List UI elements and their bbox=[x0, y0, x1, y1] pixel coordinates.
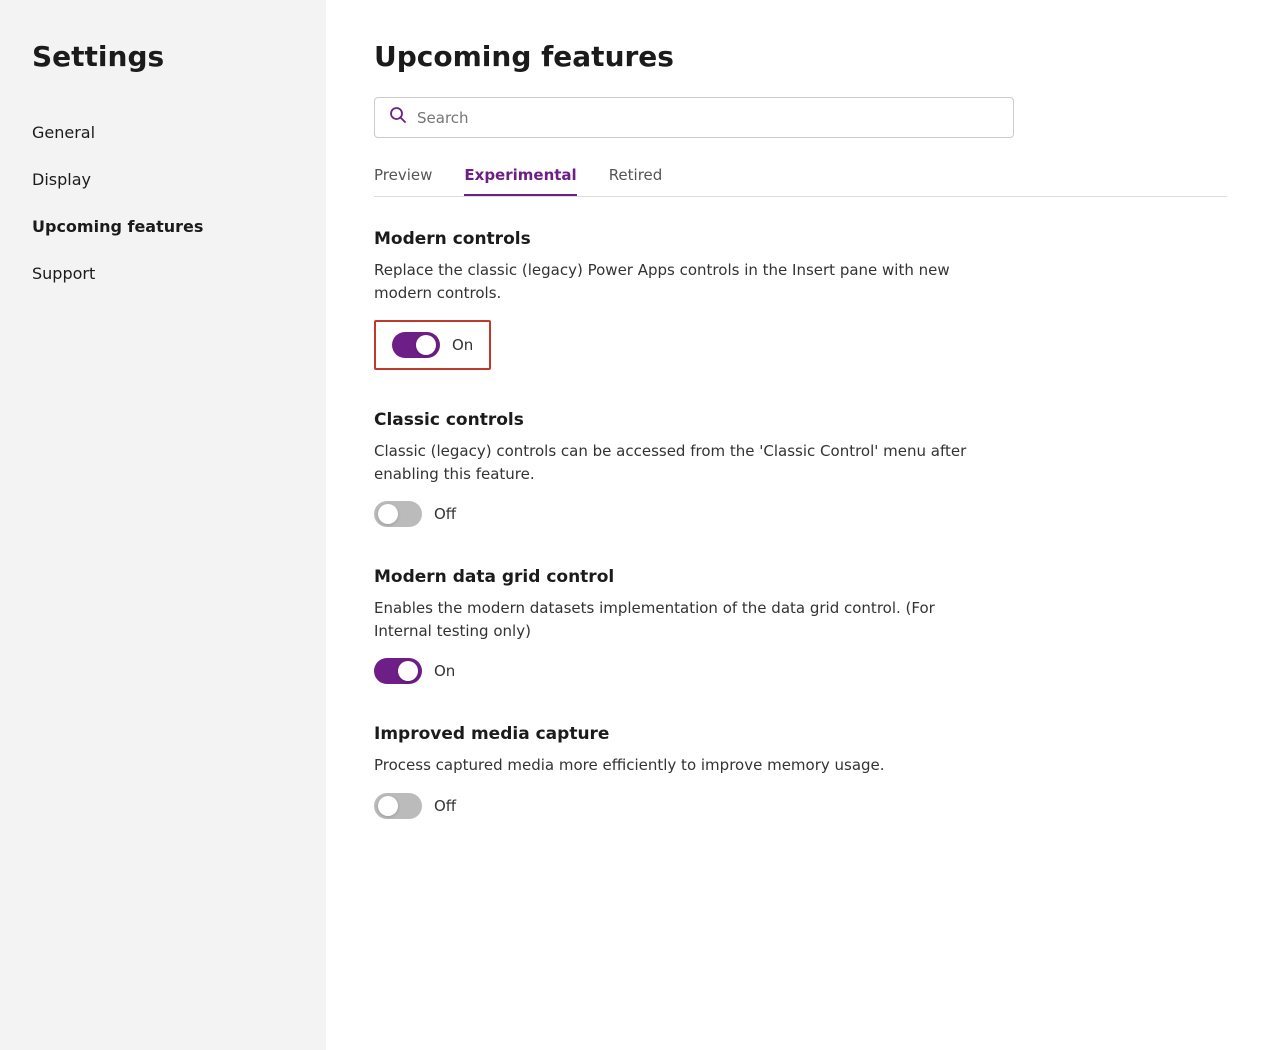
modern-data-grid-toggle[interactable] bbox=[374, 658, 422, 684]
modern-data-grid-toggle-label: On bbox=[434, 662, 455, 680]
feature-improved-media-capture: Improved media capture Process captured … bbox=[374, 724, 1227, 819]
modern-controls-toggle-row: On bbox=[392, 332, 473, 358]
classic-controls-toggle-thumb bbox=[378, 504, 398, 524]
sidebar: Settings General Display Upcoming featur… bbox=[0, 0, 326, 1050]
tab-preview[interactable]: Preview bbox=[374, 166, 432, 196]
page-title: Upcoming features bbox=[374, 40, 1227, 73]
sidebar-item-upcoming-features[interactable]: Upcoming features bbox=[0, 203, 326, 250]
feature-modern-data-grid: Modern data grid control Enables the mod… bbox=[374, 567, 1227, 684]
improved-media-capture-toggle-label: Off bbox=[434, 797, 456, 815]
modern-controls-highlight-box: On bbox=[374, 320, 491, 370]
tabs-container: Preview Experimental Retired bbox=[374, 166, 1227, 197]
classic-controls-toggle-row: Off bbox=[374, 501, 1227, 527]
modern-data-grid-toggle-row: On bbox=[374, 658, 1227, 684]
classic-controls-toggle[interactable] bbox=[374, 501, 422, 527]
sidebar-title: Settings bbox=[0, 40, 326, 109]
improved-media-capture-toggle-thumb bbox=[378, 796, 398, 816]
search-icon bbox=[389, 106, 407, 129]
classic-controls-toggle-label: Off bbox=[434, 505, 456, 523]
modern-controls-toggle[interactable] bbox=[392, 332, 440, 358]
feature-classic-controls: Classic controls Classic (legacy) contro… bbox=[374, 410, 1227, 527]
sidebar-item-support[interactable]: Support bbox=[0, 250, 326, 297]
tab-retired[interactable]: Retired bbox=[609, 166, 663, 196]
sidebar-item-display[interactable]: Display bbox=[0, 156, 326, 203]
improved-media-capture-toggle[interactable] bbox=[374, 793, 422, 819]
feature-modern-controls: Modern controls Replace the classic (leg… bbox=[374, 229, 1227, 370]
main-content: Upcoming features Preview Experimental R… bbox=[326, 0, 1275, 1050]
tab-experimental[interactable]: Experimental bbox=[464, 166, 576, 196]
modern-controls-toggle-label: On bbox=[452, 336, 473, 354]
search-box bbox=[374, 97, 1014, 138]
modern-controls-toggle-thumb bbox=[416, 335, 436, 355]
improved-media-capture-toggle-row: Off bbox=[374, 793, 1227, 819]
search-input[interactable] bbox=[417, 109, 999, 127]
modern-data-grid-toggle-thumb bbox=[398, 661, 418, 681]
sidebar-item-general[interactable]: General bbox=[0, 109, 326, 156]
